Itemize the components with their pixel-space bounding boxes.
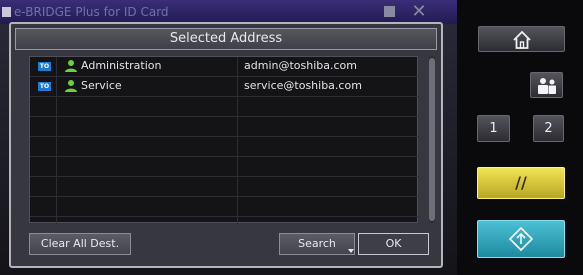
recipient-email: service@toshiba.com bbox=[244, 79, 362, 92]
person-icon bbox=[65, 60, 77, 72]
app-icon bbox=[2, 7, 11, 17]
background-titlebar: e-BRIDGE Plus for ID Card ✕ bbox=[0, 0, 457, 24]
background-window-title: e-BRIDGE Plus for ID Card bbox=[14, 5, 169, 19]
clear-all-dest-button[interactable]: Clear All Dest. bbox=[29, 233, 131, 255]
contacts-icon bbox=[537, 78, 556, 94]
close-icon: ✕ bbox=[411, 1, 427, 22]
key-2-button[interactable]: 2 bbox=[533, 115, 564, 142]
empty-row bbox=[30, 137, 419, 157]
start-diamond-icon bbox=[508, 226, 534, 252]
address-row[interactable]: TO Administration admin@toshiba.com bbox=[30, 57, 419, 77]
key-1-button[interactable]: 1 bbox=[477, 115, 510, 142]
clear-key-button[interactable]: // bbox=[477, 167, 565, 199]
address-row[interactable]: TO Service service@toshiba.com bbox=[30, 77, 419, 97]
empty-row bbox=[30, 177, 419, 197]
person-icon bbox=[65, 80, 77, 92]
empty-row bbox=[30, 117, 419, 137]
empty-row bbox=[30, 157, 419, 177]
selected-address-dialog: Selected Address TO Administration admin… bbox=[9, 22, 443, 268]
scrollbar[interactable] bbox=[429, 56, 435, 223]
recipient-email: admin@toshiba.com bbox=[244, 59, 357, 72]
recipient-name: Service bbox=[81, 79, 122, 92]
empty-row bbox=[30, 197, 419, 217]
home-icon bbox=[512, 30, 531, 49]
search-dropdown-icon bbox=[348, 249, 354, 253]
background-app: e-BRIDGE Plus for ID Card ✕ Selected Add… bbox=[0, 0, 457, 275]
recipient-name: Administration bbox=[81, 59, 162, 72]
empty-row bbox=[30, 97, 419, 117]
address-list[interactable]: TO Administration admin@toshiba.com TO S… bbox=[29, 56, 419, 224]
start-button[interactable] bbox=[477, 220, 565, 258]
search-button[interactable]: Search bbox=[279, 233, 355, 255]
to-badge: TO bbox=[38, 62, 51, 71]
scroll-thumb[interactable] bbox=[429, 58, 435, 221]
minimize-icon bbox=[384, 6, 395, 17]
contacts-button[interactable] bbox=[530, 72, 563, 98]
to-badge: TO bbox=[38, 82, 51, 91]
dialog-title: Selected Address bbox=[15, 28, 437, 50]
home-button[interactable] bbox=[478, 26, 565, 52]
ok-button[interactable]: OK bbox=[358, 233, 429, 255]
